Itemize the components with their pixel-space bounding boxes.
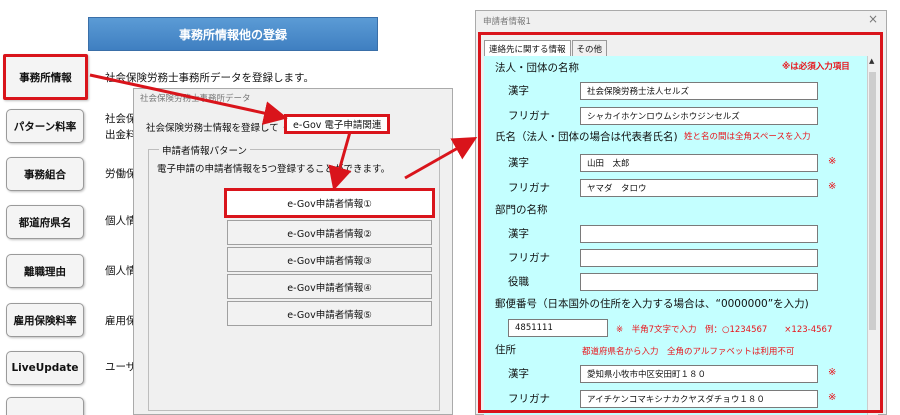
arrow-to-egov-tab	[89, 73, 288, 125]
arrow-to-form	[404, 137, 478, 180]
annotation-arrows	[89, 73, 478, 191]
arrow-to-applicant-button	[328, 131, 352, 191]
